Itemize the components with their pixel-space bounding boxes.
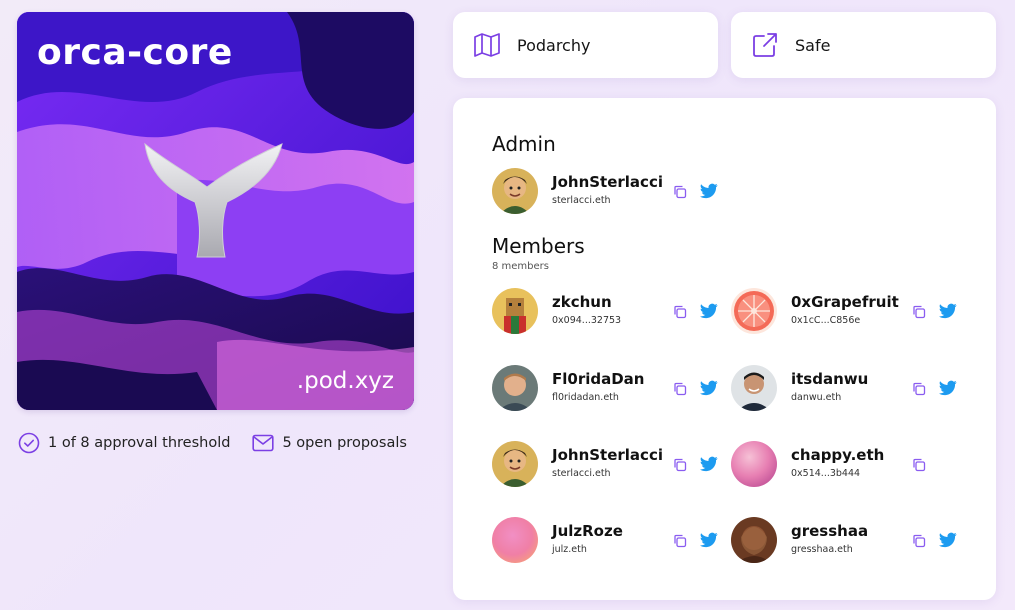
member-name: gresshaa (791, 522, 869, 540)
avatar (492, 365, 538, 411)
list-item: itsdanwu danwu.eth (731, 365, 961, 415)
safe-link[interactable]: Safe (731, 12, 996, 78)
admin-title: Admin (492, 132, 556, 156)
member-name: JulzRoze (552, 522, 623, 540)
member-address: gresshaa.eth (791, 544, 853, 555)
copy-icon[interactable] (911, 533, 927, 549)
members-card: Admin JohnSterlacci sterlacci.eth Member… (453, 98, 996, 600)
avatar (731, 517, 777, 563)
mail-icon (252, 434, 275, 452)
admin-member: JohnSterlacci sterlacci.eth (492, 168, 722, 218)
member-address: fl0ridadan.eth (552, 392, 619, 403)
avatar (731, 365, 777, 411)
twitter-icon[interactable] (700, 380, 718, 396)
list-item: Fl0ridaDan fl0ridadan.eth (492, 365, 722, 415)
approval-threshold-stat: 1 of 8 approval threshold (18, 432, 230, 454)
copy-icon[interactable] (672, 457, 688, 473)
external-link-icon (751, 31, 779, 59)
avatar (492, 441, 538, 487)
twitter-icon[interactable] (700, 532, 718, 548)
twitter-icon[interactable] (939, 532, 957, 548)
member-address: sterlacci.eth (552, 468, 611, 479)
member-name: JohnSterlacci (552, 173, 663, 191)
list-item: JohnSterlacci sterlacci.eth (492, 441, 722, 491)
approval-threshold-text: 1 of 8 approval threshold (48, 435, 231, 451)
safe-label: Safe (795, 35, 831, 55)
member-address: danwu.eth (791, 392, 842, 403)
copy-icon[interactable] (672, 381, 688, 397)
check-circle-icon (18, 432, 40, 454)
twitter-icon[interactable] (700, 303, 718, 319)
open-proposals-stat[interactable]: 5 open proposals (252, 434, 407, 452)
member-name: 0xGrapefruit (791, 293, 899, 311)
open-proposals-text: 5 open proposals (282, 435, 407, 451)
avatar (492, 168, 538, 214)
avatar (731, 288, 777, 334)
pod-domain: .pod.xyz (296, 368, 394, 394)
member-name: chappy.eth (791, 446, 885, 464)
podarchy-label: Podarchy (517, 35, 591, 55)
members-count: 8 members (492, 261, 549, 272)
member-name: itsdanwu (791, 370, 869, 388)
list-item: JulzRoze julz.eth (492, 517, 722, 567)
member-address: 0x094...32753 (552, 315, 622, 326)
twitter-icon[interactable] (939, 380, 957, 396)
member-address: sterlacci.eth (552, 195, 611, 206)
list-item: zkchun 0x094...32753 (492, 288, 722, 338)
member-name: JohnSterlacci (552, 446, 663, 464)
member-address: 0x1cC...C856e (791, 315, 861, 326)
pod-stats: 1 of 8 approval threshold 5 open proposa… (18, 432, 429, 454)
list-item: gresshaa gresshaa.eth (731, 517, 961, 567)
copy-icon[interactable] (911, 304, 927, 320)
avatar (731, 441, 777, 487)
member-address: 0x514...3b444 (791, 468, 861, 479)
list-item: 0xGrapefruit 0x1cC...C856e (731, 288, 961, 338)
copy-icon[interactable] (911, 381, 927, 397)
pod-name: orca-core (37, 32, 233, 73)
pod-image: orca-core .pod.xyz (17, 12, 414, 410)
members-title: Members (492, 234, 585, 258)
copy-icon[interactable] (672, 533, 688, 549)
member-name: zkchun (552, 293, 612, 311)
member-address: julz.eth (552, 544, 587, 555)
member-name: Fl0ridaDan (552, 370, 645, 388)
twitter-icon[interactable] (939, 303, 957, 319)
avatar (492, 288, 538, 334)
twitter-icon[interactable] (700, 456, 718, 472)
map-icon (473, 32, 501, 58)
list-item: chappy.eth 0x514...3b444 (731, 441, 961, 491)
avatar (492, 517, 538, 563)
copy-icon[interactable] (911, 457, 927, 473)
twitter-icon[interactable] (700, 183, 718, 199)
podarchy-link[interactable]: Podarchy (453, 12, 718, 78)
copy-icon[interactable] (672, 304, 688, 320)
copy-icon[interactable] (672, 184, 688, 200)
